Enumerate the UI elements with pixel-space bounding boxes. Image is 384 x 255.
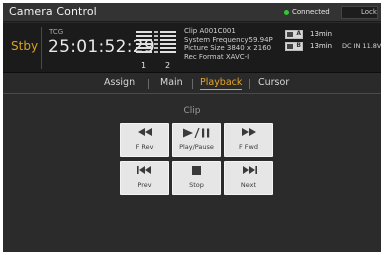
- audio-meters: 1 2: [136, 31, 180, 70]
- rec-format: Rec Format XAVC-I: [184, 52, 250, 61]
- lock-toggle[interactable]: Lock: [341, 6, 378, 19]
- clip-section-label: Clip: [183, 106, 201, 116]
- recording-mode: Stby: [11, 39, 39, 53]
- media-slot-a-icon: A: [285, 30, 303, 39]
- divider: [41, 27, 42, 69]
- tab-divider: [148, 79, 149, 89]
- next-label: Next: [240, 181, 257, 189]
- play-pause-button[interactable]: Play/Pause: [172, 123, 221, 157]
- status-bar: Stby TCG 25:01:52:29 1 2 Clip A001C001 S…: [3, 23, 381, 73]
- fast-rewind-label: F Rev: [135, 143, 154, 151]
- previous-icon: [121, 162, 168, 180]
- tab-cursor[interactable]: Cursor: [258, 77, 289, 88]
- stop-button[interactable]: Stop: [172, 161, 221, 195]
- audio-channel-1-label: 1: [141, 61, 147, 70]
- media-slot-b-icon: B: [285, 42, 303, 51]
- play-pause-icon: [173, 124, 220, 142]
- tab-divider: [249, 79, 250, 89]
- timecode-label: TCG: [49, 28, 64, 36]
- camera-control-window: Camera Control Connected Lock Stby TCG 2…: [3, 3, 381, 252]
- audio-channel-2-label: 2: [165, 61, 171, 70]
- fast-forward-label: F Fwd: [239, 143, 258, 151]
- clip-name: Clip A001C001: [184, 27, 236, 35]
- tab-playback[interactable]: Playback: [200, 77, 243, 90]
- power-status: DC IN 11.8V: [342, 42, 381, 50]
- clip-info: Clip A001C001 System Frequency59.94P Pic…: [184, 27, 273, 61]
- stop-label: Stop: [189, 181, 204, 189]
- audio-meter-1: [136, 31, 152, 55]
- connection-label: Connected: [292, 8, 330, 16]
- fast-rewind-button[interactable]: F Rev: [120, 123, 169, 157]
- media-slot-a-remaining: 13min: [310, 30, 333, 38]
- picture-size: Picture Size 3840 x 2160: [184, 44, 272, 52]
- fast-forward-icon: [225, 124, 272, 142]
- playback-panel: Clip F Rev Play/Pause F Fwd Prev Stop Ne…: [3, 95, 381, 252]
- connection-status: Connected: [284, 8, 330, 16]
- tab-main[interactable]: Main: [160, 77, 183, 88]
- connection-indicator-icon: [284, 9, 289, 15]
- previous-label: Prev: [137, 181, 152, 189]
- system-frequency: System Frequency59.94P: [184, 35, 273, 44]
- title-bar: Camera Control Connected Lock: [3, 3, 381, 22]
- tab-bar: Assign Main Playback Cursor: [3, 74, 381, 94]
- tab-assign[interactable]: Assign: [104, 77, 135, 88]
- window-title: Camera Control: [9, 5, 97, 18]
- next-icon: [225, 162, 272, 180]
- audio-meter-2: [160, 31, 176, 55]
- fast-rewind-icon: [121, 124, 168, 142]
- tab-divider: [192, 79, 193, 89]
- stop-icon: [173, 162, 220, 180]
- previous-button[interactable]: Prev: [120, 161, 169, 195]
- play-pause-label: Play/Pause: [179, 143, 214, 151]
- fast-forward-button[interactable]: F Fwd: [224, 123, 273, 157]
- next-button[interactable]: Next: [224, 161, 273, 195]
- media-slot-b-remaining: 13min: [310, 42, 333, 50]
- audio-meter-scale: [154, 31, 158, 55]
